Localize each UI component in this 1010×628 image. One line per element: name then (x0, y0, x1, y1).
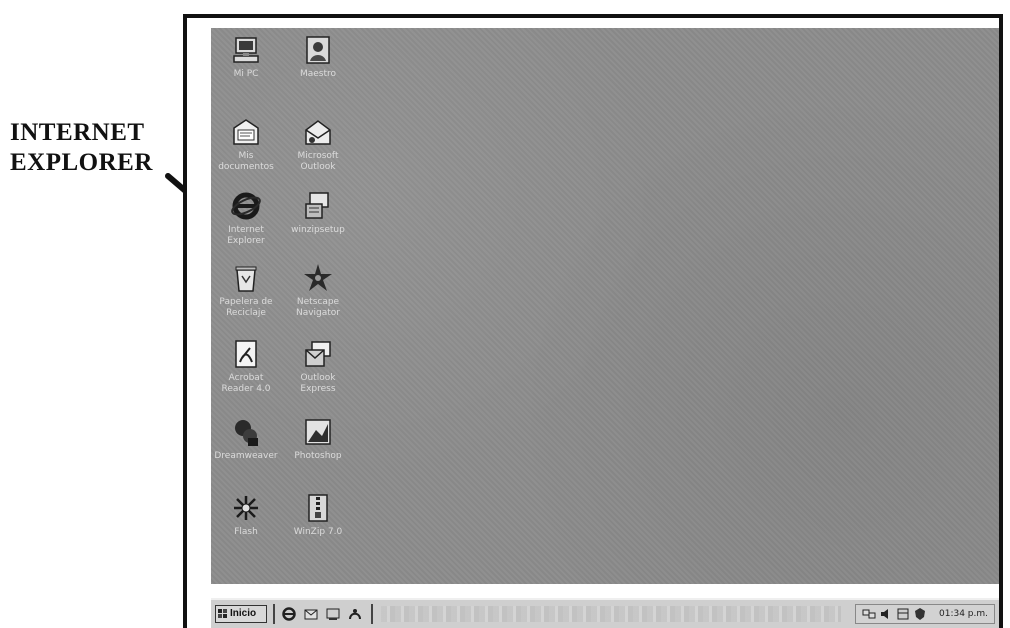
portrait-icon (306, 36, 330, 64)
scheduler-tray-icon[interactable] (896, 607, 910, 621)
recycle-bin-icon (235, 266, 257, 292)
outlook-express-quicklaunch-icon[interactable] (303, 606, 319, 622)
icon-label: Dreamweaver (214, 451, 278, 461)
desktop-icon-internet-explorer[interactable]: Internet Explorer (211, 190, 281, 247)
desktop-icon-my-documents[interactable]: Mis documentos (211, 116, 281, 173)
icon-label: Mis documentos (218, 151, 274, 172)
channels-icon[interactable] (347, 606, 363, 622)
quick-launch-bar (281, 606, 363, 622)
my-documents-icon (233, 119, 259, 145)
desktop-icon-winzip[interactable]: WinZip 7.0 (283, 492, 353, 538)
screen-frame: Mi PC Mis documentos Internet Explorer P… (183, 14, 1003, 628)
desktop-icon-netscape-navigator[interactable]: Netscape Navigator (283, 262, 353, 319)
start-label: Inicio (230, 608, 257, 619)
desktop-icon-microsoft-outlook[interactable]: Microsoft Outlook (283, 116, 353, 173)
flash-icon (234, 496, 258, 520)
task-buttons-area (381, 606, 841, 622)
tray-icons (862, 607, 927, 621)
desktop-icon-maestro[interactable]: Maestro (283, 34, 353, 80)
callout-label: INTERNET EXPLORER (10, 118, 180, 178)
icon-label: Internet Explorer (227, 225, 265, 246)
desktop-icon-outlook-express[interactable]: Outlook Express (283, 338, 353, 395)
callout-line-1: INTERNET (10, 119, 145, 146)
icon-label: Maestro (299, 69, 337, 79)
acrobat-reader-icon (235, 340, 257, 368)
internet-explorer-icon (231, 192, 261, 220)
icon-label: Microsoft Outlook (297, 151, 339, 172)
desktop-icon-acrobat-reader[interactable]: Acrobat Reader 4.0 (211, 338, 281, 395)
dreamweaver-icon (235, 420, 258, 446)
desktop-icon-recycle-bin[interactable]: Papelera de Reciclaje (211, 262, 281, 319)
network-tray-icon[interactable] (862, 607, 876, 621)
start-button[interactable]: Inicio (215, 605, 267, 623)
icon-label: Netscape Navigator (295, 297, 341, 318)
icon-label: Photoshop (294, 451, 342, 461)
page: INTERNET EXPLORER Mi PC Mis documentos I… (0, 0, 1010, 628)
icon-label: Papelera de Reciclaje (219, 297, 273, 318)
desktop-icon-flash[interactable]: Flash (211, 492, 281, 538)
taskbar-separator (273, 604, 275, 624)
outlook-icon (305, 120, 331, 145)
ie-quicklaunch-icon[interactable] (281, 606, 297, 622)
icon-label: winzipsetup (291, 225, 345, 235)
setup-icon (305, 192, 329, 219)
my-computer-icon (233, 37, 259, 63)
icon-label: Mi PC (233, 69, 259, 79)
desktop-icon-winzipsetup[interactable]: winzipsetup (283, 190, 353, 236)
antivirus-tray-icon[interactable] (913, 607, 927, 621)
desktop: Mi PC Mis documentos Internet Explorer P… (211, 28, 999, 584)
netscape-icon (304, 264, 332, 291)
windows-logo-icon (218, 609, 227, 618)
desktop-icon-photoshop[interactable]: Photoshop (283, 416, 353, 462)
icon-label: Acrobat Reader 4.0 (221, 373, 271, 394)
icon-label: Outlook Express (300, 373, 336, 394)
taskbar-separator (371, 604, 373, 624)
icon-label: WinZip 7.0 (293, 527, 343, 537)
winzip-icon (308, 494, 328, 522)
outlook-express-icon (305, 341, 331, 367)
desktop-icon-my-computer[interactable]: Mi PC (211, 34, 281, 80)
volume-tray-icon[interactable] (879, 607, 893, 621)
system-tray: 01:34 p.m. (855, 604, 995, 624)
callout-line-2: EXPLORER (10, 149, 153, 176)
show-desktop-icon[interactable] (325, 606, 341, 622)
icon-label: Flash (234, 527, 258, 537)
taskbar-clock[interactable]: 01:34 p.m. (939, 608, 988, 620)
taskbar: Inicio 01:34 p.m. (211, 598, 999, 628)
desktop-icon-dreamweaver[interactable]: Dreamweaver (211, 416, 281, 462)
photoshop-icon (305, 419, 331, 445)
